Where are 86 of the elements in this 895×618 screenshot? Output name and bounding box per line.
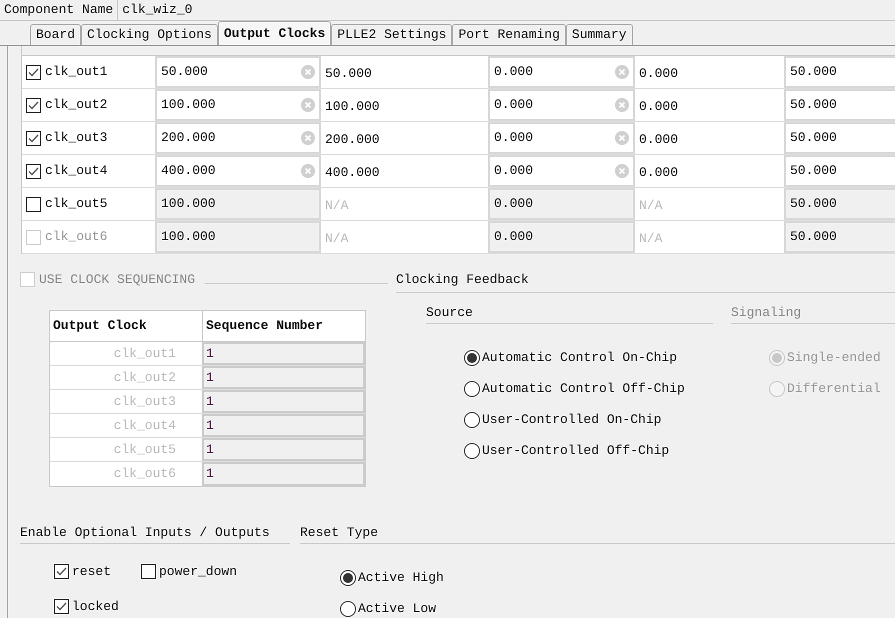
frequency-field[interactable]: 100.000 (155, 89, 321, 121)
checkbox[interactable] (141, 564, 156, 580)
frequency-field[interactable]: 50.000 (784, 188, 895, 220)
checkmark-icon (28, 68, 39, 76)
checkmark-icon (56, 602, 67, 611)
checkbox-label: reset (72, 563, 112, 581)
radio-label: Automatic Control On-Chip (482, 348, 678, 367)
tab[interactable]: Port Renaming (452, 24, 566, 45)
radio-label: User-Controlled Off-Chip (482, 442, 670, 460)
actual-value: 200.000 (325, 131, 380, 150)
clock-name: clk_out2 (45, 96, 108, 114)
checkbox-label: power_down (159, 563, 238, 581)
checkbox[interactable] (26, 164, 41, 178)
radio-button[interactable] (464, 380, 480, 396)
table-cell: clk_out6 (50, 462, 202, 486)
checkmark-icon (56, 567, 67, 576)
table-cell: clk_out1 (50, 342, 202, 365)
tab[interactable]: Summary (566, 24, 633, 45)
actual-value: 100.000 (325, 98, 380, 116)
frequency-field[interactable]: 200.000 (155, 122, 321, 154)
actual-value: 0.000 (639, 65, 678, 84)
radio-button[interactable] (464, 442, 480, 458)
clock-name: clk_out5 (45, 195, 108, 214)
frequency-field[interactable]: 50.000 (784, 155, 895, 187)
clock-name: clk_out4 (45, 162, 108, 180)
radio-label: User-Controlled On-Chip (482, 410, 662, 429)
actual-value: 50.000 (325, 65, 372, 84)
actual-value: 0.000 (639, 164, 678, 182)
checkmark-icon (28, 100, 39, 110)
checkbox[interactable] (26, 130, 41, 146)
clock-name: clk_out3 (45, 129, 108, 148)
section-title: Reset Type (300, 524, 378, 540)
checkbox[interactable] (54, 564, 69, 580)
clock-name: clk_out6 (45, 228, 108, 246)
group-title: Signaling (731, 304, 802, 320)
component-name-field[interactable]: clk_wiz_0 (117, 0, 895, 20)
clock-name: clk_out1 (45, 63, 108, 82)
radio-label: Single-ended (787, 348, 881, 367)
frequency-field[interactable]: 50.000 (784, 56, 895, 88)
frequency-field[interactable]: 0.000 (488, 155, 635, 187)
radio-label: Active Low (358, 600, 436, 618)
frequency-field[interactable]: 400.000 (155, 155, 321, 187)
actual-value: N/A (639, 230, 662, 248)
group-title: Source (426, 304, 473, 320)
tab[interactable]: PLLE2 Settings (331, 24, 452, 45)
section-title: Clocking Feedback (396, 272, 529, 287)
frequency-field[interactable]: 50.000 (784, 89, 895, 121)
table-cell: clk_out4 (50, 414, 202, 437)
actual-value: 0.000 (639, 98, 678, 116)
checkbox[interactable] (26, 98, 41, 112)
checkbox[interactable] (26, 196, 41, 212)
radio-button[interactable] (340, 600, 356, 616)
radio-button[interactable] (464, 350, 480, 366)
checkbox[interactable] (54, 598, 69, 614)
table-cell: clk_out3 (50, 390, 202, 413)
frequency-field[interactable]: 100.000 (155, 188, 321, 220)
actual-value: N/A (639, 197, 662, 216)
clock-sequencing-label: USE CLOCK SEQUENCING (39, 271, 196, 289)
radio-button[interactable] (464, 412, 480, 428)
table-cell: clk_out2 (50, 366, 202, 389)
radio-button[interactable] (340, 570, 356, 586)
checkbox-label: locked (72, 598, 119, 616)
frequency-field[interactable]: 0.000 (488, 188, 635, 220)
actual-value: N/A (325, 230, 348, 248)
actual-value: 400.000 (325, 164, 380, 182)
radio-label: Active High (358, 568, 444, 587)
frequency-field[interactable]: 0.000 (488, 122, 635, 154)
frequency-field[interactable]: 50.000 (784, 122, 895, 154)
column-header: Sequence Number (202, 310, 365, 340)
frequency-field[interactable]: 0.000 (488, 89, 635, 121)
radio-label: Differential (787, 380, 881, 398)
frequency-field[interactable]: 0.000 (488, 56, 635, 88)
component-name-label: Component Name (3, 1, 114, 20)
checkmark-icon (28, 166, 39, 176)
frequency-field[interactable]: 50.000 (155, 56, 321, 88)
column-header: Output Clock (52, 316, 148, 335)
checkbox[interactable] (26, 64, 41, 80)
tab[interactable]: Board (30, 24, 82, 45)
radio-label: Automatic Control Off-Chip (482, 380, 685, 398)
tab[interactable]: Output Clocks (218, 21, 332, 45)
table-cell: clk_out5 (50, 438, 202, 461)
tab[interactable]: Clocking Options (81, 24, 218, 45)
checkmark-icon (28, 134, 39, 142)
actual-value: N/A (325, 197, 348, 216)
actual-value: 0.000 (639, 131, 678, 150)
section-title: Enable Optional Inputs / Outputs (20, 524, 270, 540)
